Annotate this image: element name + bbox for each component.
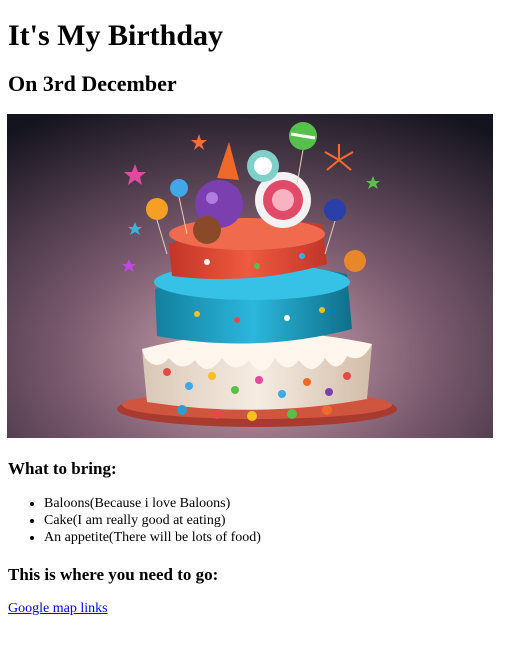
list-item: Baloons(Because i love Baloons) [44, 495, 261, 512]
what-to-bring-heading: What to bring: [8, 459, 117, 478]
directions-heading: This is where you need to go: [8, 565, 219, 584]
page-subtitle: On 3rd December [8, 71, 177, 96]
page-title: It's My Birthday [8, 19, 224, 52]
list-item: An appetite(There will be lots of food) [44, 529, 261, 546]
google-map-link[interactable]: Google map links [8, 600, 108, 618]
bring-list: Baloons(Because i love Baloons) Cake(I a… [8, 495, 261, 546]
birthday-cake-image [7, 114, 493, 438]
list-item: Cake(I am really good at eating) [44, 512, 261, 529]
